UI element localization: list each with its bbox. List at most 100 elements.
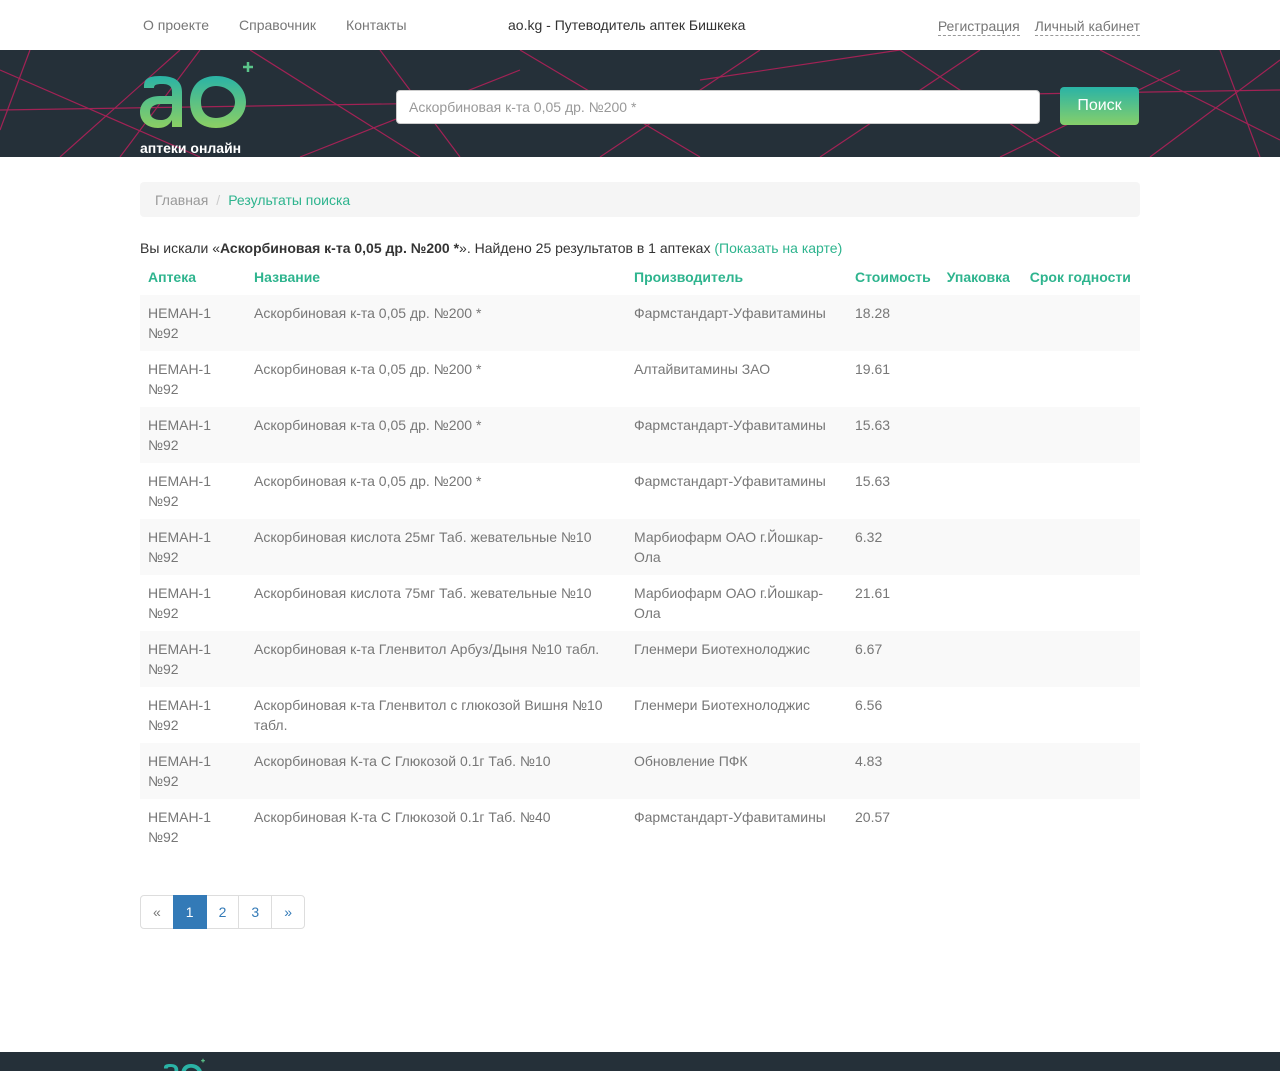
cell-price: 4.83 <box>847 743 939 799</box>
table-row: НЕМАН-1 №92 Аскорбиновая к-та Гленвитол А… <box>140 631 1140 687</box>
cell-pharmacy: НЕМАН-1 №92 <box>148 697 212 733</box>
cell-pharmacy: НЕМАН-1 №92 <box>148 585 212 621</box>
cell-package <box>938 407 1022 463</box>
pagination-prev[interactable]: « <box>140 895 174 929</box>
table-row: НЕМАН-1 №92 Аскорбиновая кислота 25мг Таб… <box>140 519 1140 575</box>
cell-expiry <box>1022 351 1140 407</box>
cell-package <box>938 631 1022 687</box>
cell-price: 20.57 <box>855 809 891 825</box>
top-navbar: О проекте Справочник Контакты ao.kg - Пу… <box>0 0 1280 50</box>
search-input[interactable] <box>396 90 1040 124</box>
cell-maker: Алтайвитамины ЗАО <box>634 361 771 377</box>
cell-price: 15.63 <box>855 473 891 489</box>
breadcrumb: Главная / Результаты поиска <box>140 182 1140 217</box>
logo-text: аптеки онлайн <box>140 140 242 156</box>
nav-about-link[interactable]: О проекте <box>143 17 209 33</box>
cell-price: 6.32 <box>847 519 939 575</box>
cell-price: 15.63 <box>847 407 939 463</box>
breadcrumb-current: Результаты поиска <box>228 191 351 208</box>
cell-name: Аскорбиновая к-та Гленвитол с глюкозой В… <box>254 697 603 733</box>
cell-name: Аскорбиновая к-та 0,05 др. №200 * <box>246 295 626 351</box>
column-header-name[interactable]: Название <box>246 259 626 295</box>
register-link[interactable]: Регистрация <box>937 18 1020 36</box>
cell-name: Аскорбиновая кислота 25мг Таб. жевательн… <box>246 519 626 575</box>
table-header-row: Аптека Название Производитель Стоимость … <box>140 259 1140 295</box>
cell-expiry <box>1022 687 1140 743</box>
table-row: НЕМАН-1 №92 Аскорбиновая к-та 0,05 др. №2… <box>140 407 1140 463</box>
cell-package <box>939 687 1022 743</box>
cell-price: 21.61 <box>855 585 891 601</box>
cell-package <box>939 799 1022 855</box>
cell-maker: Фармстандарт-Уфавитамины <box>634 473 826 489</box>
cell-maker: Фармстандарт-Уфавитамины <box>626 407 847 463</box>
user-links: Регистрация Личный кабинет <box>923 18 1140 36</box>
cell-price: 19.61 <box>855 361 891 377</box>
column-header-pharmacy[interactable]: Аптека <box>140 259 246 295</box>
footer <box>0 1052 1280 1071</box>
cell-expiry <box>1021 631 1140 687</box>
table-row: НЕМАН-1 №92 Аскорбиновая К-та С Глюкозой … <box>140 743 1140 799</box>
cell-package <box>938 519 1022 575</box>
table-row: НЕМАН-1 №92 Аскорбиновая К-та С Глюкозой … <box>140 799 1140 855</box>
site-title: ao.kg - Путеводитель аптек Бишкека <box>508 17 746 33</box>
column-header-maker[interactable]: Производитель <box>626 259 847 295</box>
cell-package <box>939 463 1022 519</box>
cell-expiry <box>1021 519 1140 575</box>
summary-prefix: Вы искали « <box>140 240 220 256</box>
table-row: НЕМАН-1 №92 Аскорбиновая к-та 0,05 др. №2… <box>140 351 1140 407</box>
results-table: Аптека Название Производитель Стоимость … <box>140 259 1140 855</box>
cell-name: Аскорбиновая к-та 0,05 др. №200 * <box>254 361 482 377</box>
cell-price: 18.28 <box>847 295 939 351</box>
cell-name: Аскорбиновая к-та 0,05 др. №200 * <box>254 473 482 489</box>
summary-query: Аскорбиновая к-та 0,05 др. №200 * <box>220 240 460 256</box>
cell-maker: Марбиофарм ОАО г.Йошкар-Ола <box>634 585 824 621</box>
cell-maker: Марбиофарм ОАО г.Йошкар-Ола <box>626 519 847 575</box>
cell-name: Аскорбиновая к-та 0,05 др. №200 * <box>246 407 626 463</box>
cell-maker: Гленмери Биотехнолоджис <box>626 631 847 687</box>
search-summary: Вы искали «Аскорбиновая к-та 0,05 др. №2… <box>140 240 842 256</box>
table-row: НЕМАН-1 №92 Аскорбиновая к-та 0,05 др. №2… <box>140 295 1140 351</box>
cell-maker: Фармстандарт-Уфавитамины <box>626 295 847 351</box>
cell-pharmacy: НЕМАН-1 №92 <box>140 519 246 575</box>
cell-package <box>938 295 1022 351</box>
column-header-expiry[interactable]: Срок годности <box>1022 259 1140 295</box>
cell-price: 6.67 <box>847 631 939 687</box>
ao-logo-icon <box>140 62 253 128</box>
cell-name: Аскорбиновая кислота 75мг Таб. жевательн… <box>254 585 592 601</box>
column-header-price[interactable]: Стоимость <box>847 259 939 295</box>
column-header-package[interactable]: Упаковка <box>939 259 1022 295</box>
pagination: « 1 2 3 » <box>140 895 305 929</box>
cell-expiry <box>1022 463 1140 519</box>
cell-expiry <box>1021 407 1140 463</box>
search-button[interactable]: Поиск <box>1060 87 1139 125</box>
table-row: НЕМАН-1 №92 Аскорбиновая к-та 0,05 др. №2… <box>140 463 1140 519</box>
pagination-page-2[interactable]: 2 <box>205 895 240 929</box>
pagination-page-3[interactable]: 3 <box>238 895 273 929</box>
cell-expiry <box>1021 743 1140 799</box>
show-on-map-link[interactable]: (Показать на карте) <box>714 240 842 256</box>
table-row: НЕМАН-1 №92 Аскорбиновая к-та Гленвитол с… <box>140 687 1140 743</box>
pagination-page-1[interactable]: 1 <box>172 895 207 929</box>
summary-suffix: ». Найдено 25 результатов в 1 аптеках <box>459 240 711 256</box>
breadcrumb-separator: / <box>216 191 221 208</box>
cell-maker: Обновление ПФК <box>626 743 847 799</box>
cell-expiry <box>1021 295 1140 351</box>
site-logo[interactable]: аптеки онлайн <box>140 60 260 156</box>
table-row: НЕМАН-1 №92 Аскорбиновая кислота 75мг Таб… <box>140 575 1140 631</box>
cell-pharmacy: НЕМАН-1 №92 <box>148 809 212 845</box>
cell-pharmacy: НЕМАН-1 №92 <box>140 631 246 687</box>
cabinet-link[interactable]: Личный кабинет <box>1034 18 1140 36</box>
breadcrumb-home-link[interactable]: Главная <box>155 192 208 208</box>
nav-directory-link[interactable]: Справочник <box>239 17 316 33</box>
cell-name: Аскорбиновая К-та С Глюкозой 0.1г Таб. №… <box>246 743 626 799</box>
cell-pharmacy: НЕМАН-1 №92 <box>140 295 246 351</box>
cell-pharmacy: НЕМАН-1 №92 <box>140 407 246 463</box>
nav-contacts-link[interactable]: Контакты <box>346 17 406 33</box>
cell-name: Аскорбиновая к-та Гленвитол Арбуз/Дыня №… <box>246 631 626 687</box>
cell-package <box>939 575 1022 631</box>
cell-maker: Фармстандарт-Уфавитамины <box>634 809 826 825</box>
pagination-next[interactable]: » <box>271 895 305 929</box>
cell-pharmacy: НЕМАН-1 №92 <box>148 473 212 509</box>
cell-price: 6.56 <box>855 697 883 713</box>
footer-logo-icon <box>164 1058 205 1071</box>
